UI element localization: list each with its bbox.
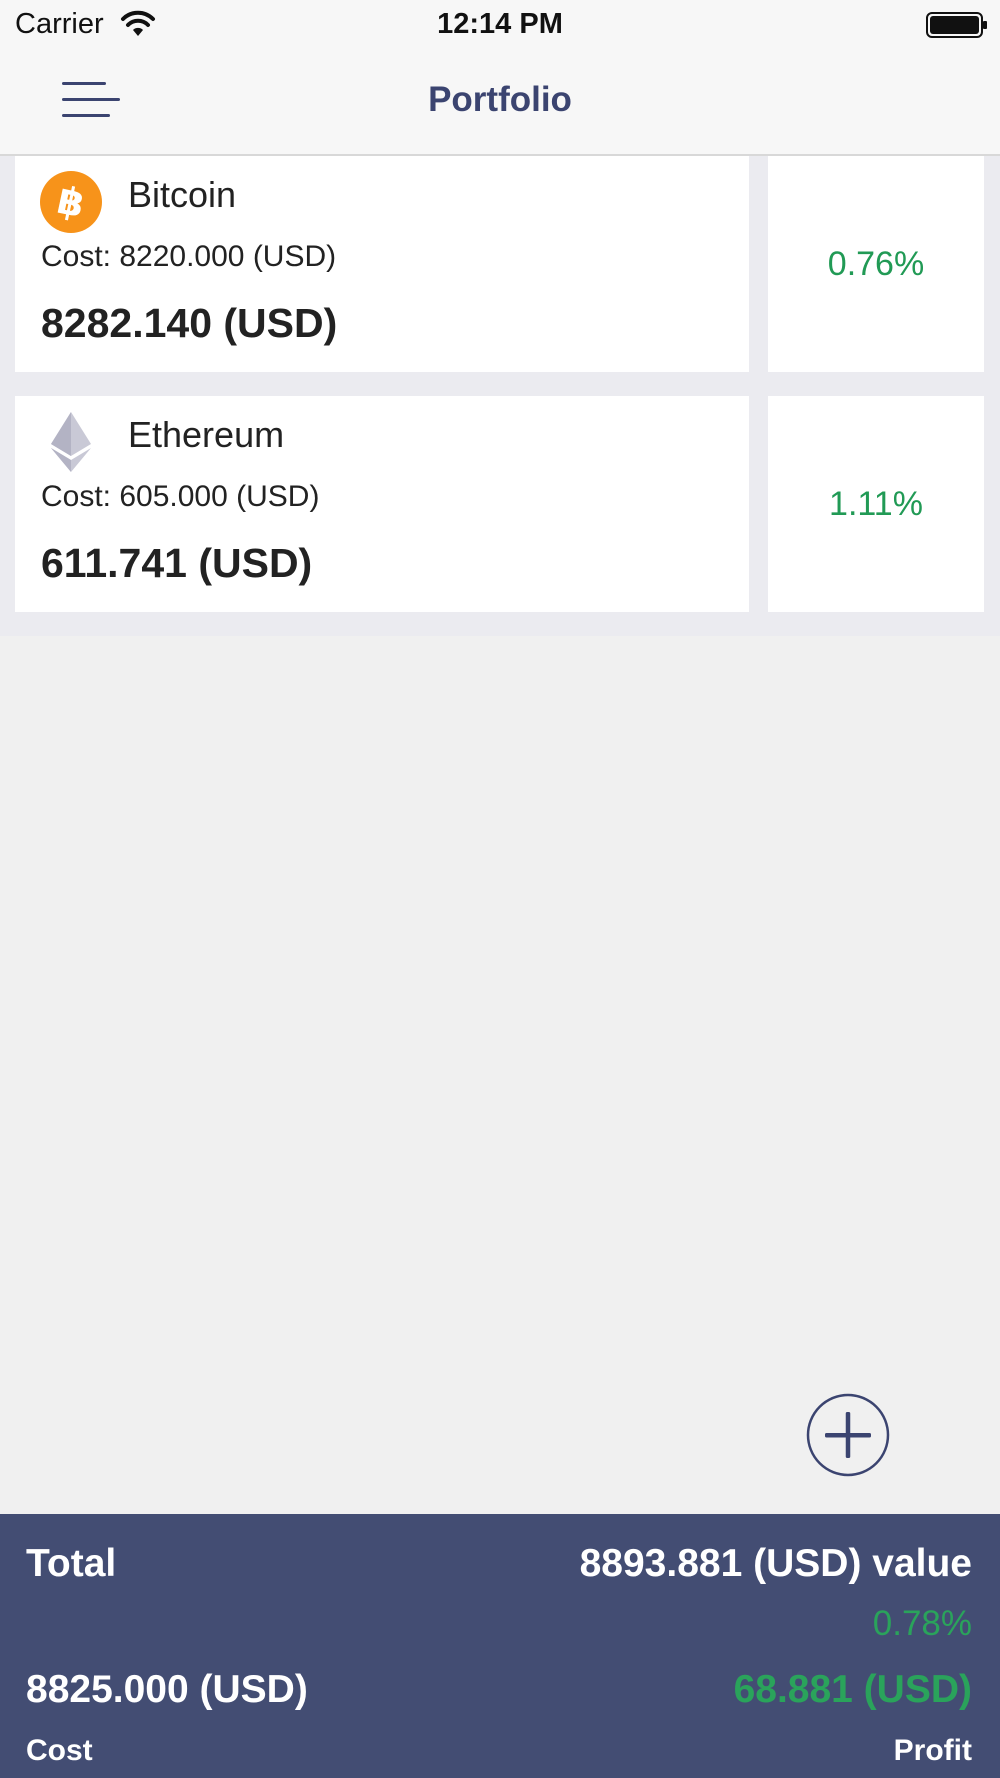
holding-change-label: 0.76% — [827, 244, 925, 283]
holding-change-bitcoin[interactable]: 0.76% — [768, 156, 984, 372]
total-cost-value: 8825.000 (USD) — [26, 1668, 308, 1711]
holding-card-bitcoin[interactable]: ฿ Bitcoin Cost: 8220.000 (USD) 8282.140 … — [15, 156, 749, 372]
holding-cost: Cost: 605.000 (USD) — [41, 480, 320, 513]
total-label: Total — [26, 1542, 117, 1585]
page-title: Portfolio — [428, 80, 572, 119]
battery-icon — [926, 12, 987, 38]
profit-label: Profit — [893, 1734, 972, 1767]
holding-value: 8282.140 (USD) — [41, 300, 338, 346]
navigation-bar: Portfolio — [0, 50, 1000, 156]
bitcoin-icon: ฿ — [40, 171, 102, 233]
holding-change-label: 1.11% — [829, 484, 923, 523]
ethereum-icon — [51, 412, 91, 472]
portfolio-summary: Total 8893.881 (USD) value 0.78% 8825.00… — [0, 1514, 1000, 1778]
cost-label: Cost — [26, 1734, 93, 1767]
holdings-list: ฿ Bitcoin Cost: 8220.000 (USD) 8282.140 … — [0, 156, 1000, 636]
holding-value: 611.741 (USD) — [41, 540, 313, 586]
holding-cost: Cost: 8220.000 (USD) — [41, 240, 337, 273]
total-profit-value: 68.881 (USD) — [733, 1668, 972, 1711]
status-bar: Carrier 12:14 PM — [0, 0, 1000, 50]
add-holding-button[interactable] — [806, 1393, 890, 1477]
holding-change-ethereum[interactable]: 1.11% — [768, 396, 984, 612]
holding-name: Ethereum — [128, 414, 285, 455]
status-time: 12:14 PM — [437, 8, 563, 40]
holding-name: Bitcoin — [128, 174, 237, 215]
holding-card-ethereum[interactable]: Ethereum Cost: 605.000 (USD) 611.741 (US… — [15, 396, 749, 612]
total-change: 0.78% — [872, 1604, 972, 1643]
total-value: 8893.881 (USD) value — [579, 1542, 972, 1585]
